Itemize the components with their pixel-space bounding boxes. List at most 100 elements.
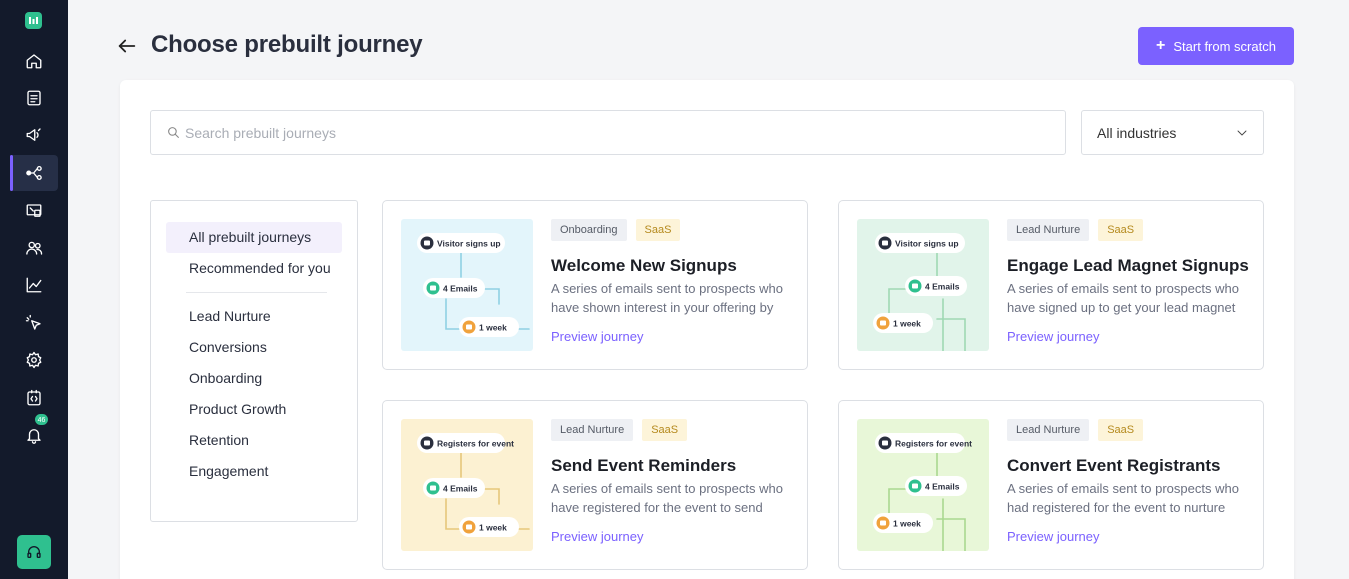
cursor-icon <box>25 314 41 330</box>
emails-node: 4 Emails <box>423 478 485 498</box>
journey-card[interactable]: Registers for event 4 Emails 1 week Lead N… <box>838 400 1264 570</box>
nav-journeys[interactable] <box>10 155 58 191</box>
category-onboarding[interactable]: Onboarding <box>166 363 342 394</box>
card-description: A series of emails sent to prospects who… <box>1007 481 1239 515</box>
industry-selected-value: All industries <box>1097 124 1177 141</box>
nav-home[interactable] <box>10 43 58 79</box>
trigger-node: Registers for event <box>875 433 972 453</box>
industry-select[interactable]: All industries <box>1081 110 1264 155</box>
journey-thumbnail: Registers for event 4 Emails 1 week <box>857 419 989 551</box>
category-tag: Onboarding <box>551 219 627 241</box>
nav-analytics[interactable] <box>10 267 58 303</box>
category-product-growth[interactable]: Product Growth <box>166 394 342 425</box>
nav-tracking[interactable] <box>10 305 58 341</box>
card-title: Engage Lead Magnet Signups <box>1007 256 1249 275</box>
nav-settings[interactable] <box>10 342 58 378</box>
svg-text:4 Emails: 4 Emails <box>925 482 960 492</box>
wait-node: 1 week <box>873 513 933 533</box>
category-lead-nurture[interactable]: Lead Nurture <box>166 301 342 332</box>
emails-node: 4 Emails <box>905 276 967 296</box>
industry-tag: SaaS <box>642 419 688 441</box>
preview-journey-link[interactable]: Preview journey <box>551 329 644 344</box>
card-description: A series of emails sent to prospects who… <box>551 481 783 515</box>
svg-text:4 Emails: 4 Emails <box>443 284 478 294</box>
search-input[interactable] <box>185 124 1045 141</box>
start-from-scratch-button[interactable]: + Start from scratch <box>1138 27 1294 65</box>
page-title: Choose prebuilt journey <box>151 31 423 58</box>
back-arrow-icon[interactable] <box>116 35 138 57</box>
category-all-prebuilt[interactable]: All prebuilt journeys <box>166 222 342 253</box>
start-from-scratch-label: Start from scratch <box>1173 38 1276 54</box>
emails-node: 4 Emails <box>423 278 485 298</box>
home-icon <box>26 54 42 69</box>
svg-text:4 Emails: 4 Emails <box>443 484 478 494</box>
svg-text:1 week: 1 week <box>893 519 921 529</box>
journey-icon <box>26 165 42 181</box>
journey-thumbnail: Registers for event 4 Emails 1 week <box>401 419 533 551</box>
journey-panel: All industries All prebuilt journeys Rec… <box>120 80 1294 579</box>
nav-contacts[interactable] <box>10 230 58 266</box>
category-conversions[interactable]: Conversions <box>166 332 342 363</box>
plus-icon: + <box>1156 37 1166 54</box>
nav-documents[interactable] <box>10 80 58 116</box>
nav-forms[interactable] <box>10 193 58 229</box>
document-icon <box>27 90 41 106</box>
card-description: A series of emails sent to prospects who… <box>551 281 783 315</box>
wait-node: 1 week <box>873 313 933 333</box>
search-box[interactable] <box>150 110 1066 155</box>
svg-text:1 week: 1 week <box>893 319 921 329</box>
wait-node: 1 week <box>459 317 519 337</box>
category-tag: Lead Nurture <box>1007 419 1090 441</box>
notification-badge: 46 <box>34 413 49 426</box>
sidebar: 46 <box>0 0 68 579</box>
svg-text:1 week: 1 week <box>479 323 507 333</box>
app-logo[interactable] <box>25 12 42 29</box>
support-button[interactable] <box>17 535 51 569</box>
card-description: A series of emails sent to prospects who… <box>1007 281 1239 315</box>
journey-thumbnail: Visitor signs up 4 Emails 1 week <box>857 219 989 351</box>
chevron-down-icon <box>1237 130 1247 135</box>
category-tag: Lead Nurture <box>551 419 634 441</box>
wait-node: 1 week <box>459 517 519 537</box>
card-title: Send Event Reminders <box>551 456 737 475</box>
emails-node: 4 Emails <box>905 476 967 496</box>
industry-tag: SaaS <box>635 219 681 241</box>
category-engagement[interactable]: Engagement <box>166 456 342 487</box>
preview-journey-link[interactable]: Preview journey <box>551 529 644 544</box>
preview-journey-link[interactable]: Preview journey <box>1007 329 1100 344</box>
megaphone-icon <box>26 128 41 141</box>
svg-text:Registers for event: Registers for event <box>437 439 514 449</box>
svg-text:Registers for event: Registers for event <box>895 439 972 449</box>
category-divider <box>186 292 327 293</box>
category-tag: Lead Nurture <box>1007 219 1090 241</box>
journey-card[interactable]: Visitor signs up 4 Emails 1 week Onboardin… <box>382 200 808 370</box>
svg-text:1 week: 1 week <box>479 523 507 533</box>
trigger-node: Registers for event <box>417 433 514 453</box>
screen-icon <box>26 204 42 217</box>
trigger-node: Visitor signs up <box>875 233 965 253</box>
nav-integrations[interactable] <box>10 380 58 416</box>
svg-text:Visitor signs up: Visitor signs up <box>437 239 501 249</box>
code-icon <box>27 389 41 406</box>
industry-tag: SaaS <box>1098 219 1144 241</box>
journey-thumbnail: Visitor signs up 4 Emails 1 week <box>401 219 533 351</box>
journey-card[interactable]: Registers for event 4 Emails 1 week Lead N… <box>382 400 808 570</box>
chart-icon <box>26 277 42 293</box>
search-icon <box>168 127 179 138</box>
bell-icon <box>27 429 41 444</box>
journey-card[interactable]: Visitor signs up 4 Emails 1 week Lead Nurt… <box>838 200 1264 370</box>
nav-campaigns[interactable] <box>10 117 58 153</box>
svg-text:Visitor signs up: Visitor signs up <box>895 239 959 249</box>
card-title: Convert Event Registrants <box>1007 456 1221 475</box>
industry-tag: SaaS <box>1098 419 1144 441</box>
trigger-node: Visitor signs up <box>417 233 505 253</box>
nav-notifications[interactable]: 46 <box>10 413 58 453</box>
category-retention[interactable]: Retention <box>166 425 342 456</box>
category-recommended[interactable]: Recommended for you <box>166 253 342 284</box>
headset-icon <box>27 546 41 558</box>
gear-icon <box>26 351 42 369</box>
category-list: All prebuilt journeys Recommended for yo… <box>150 200 358 522</box>
preview-journey-link[interactable]: Preview journey <box>1007 529 1100 544</box>
svg-text:4 Emails: 4 Emails <box>925 282 960 292</box>
users-icon <box>26 241 43 255</box>
